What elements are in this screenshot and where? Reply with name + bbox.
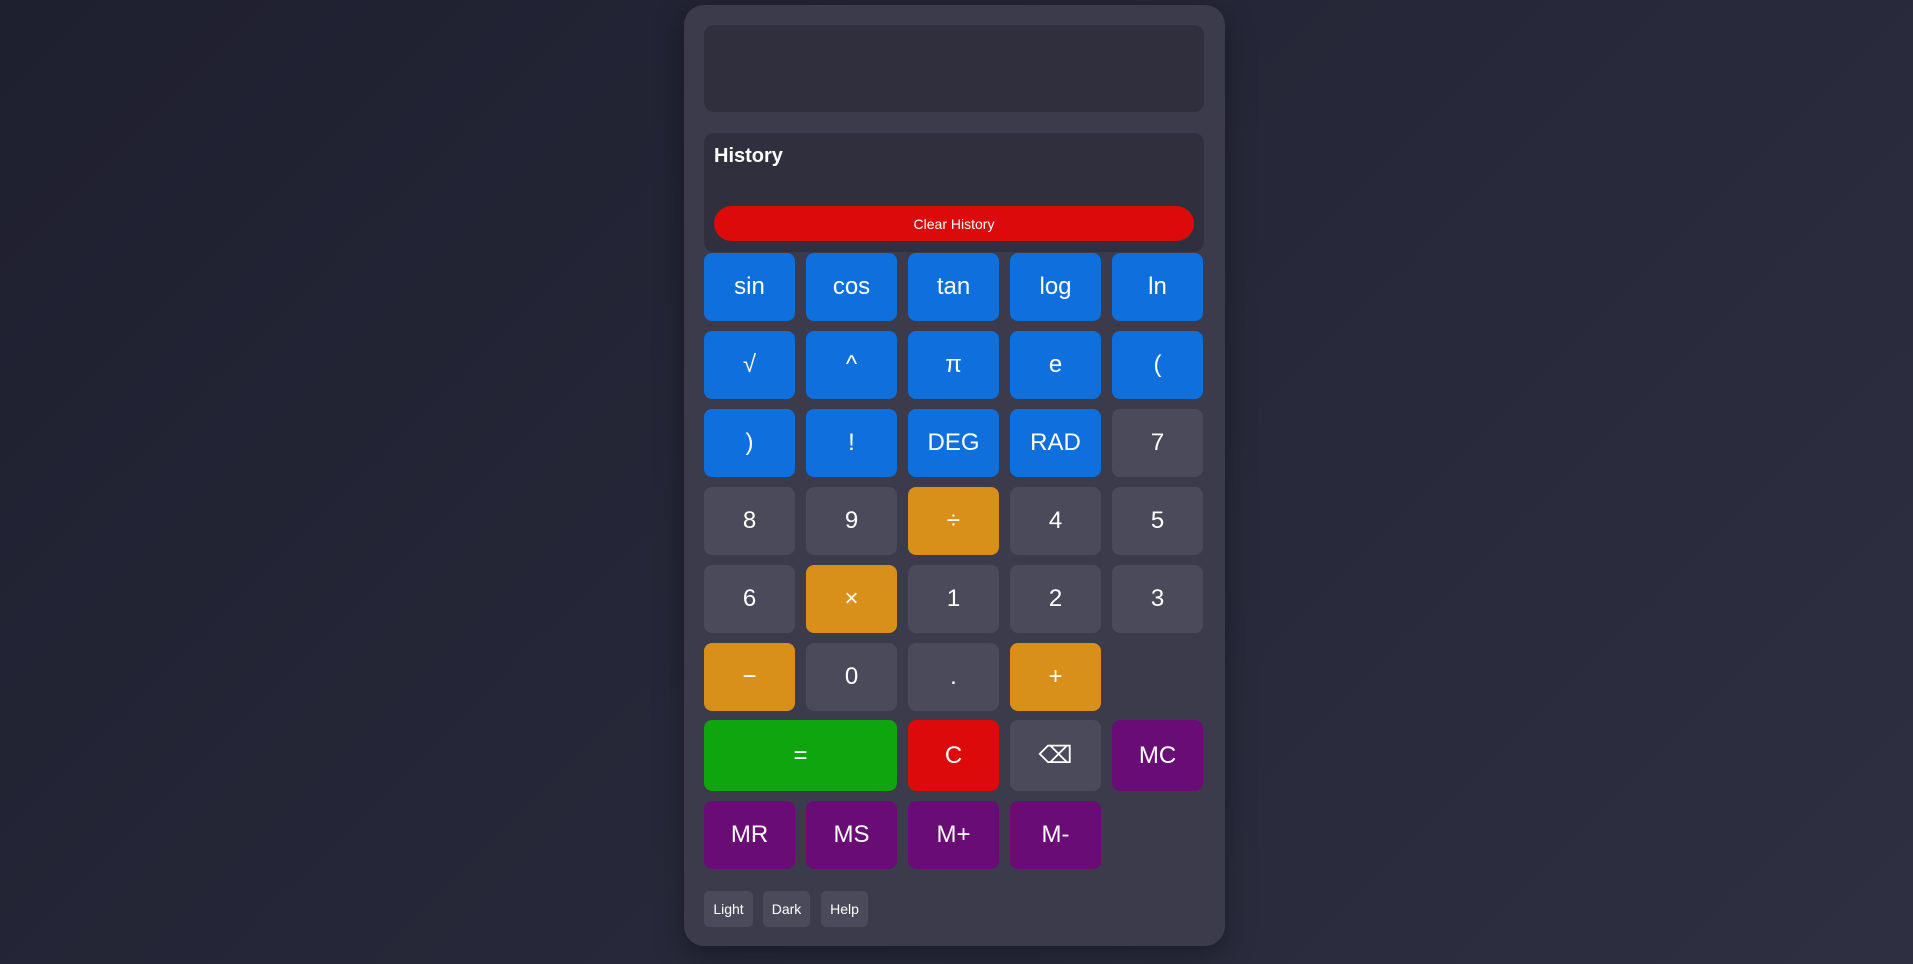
clear-button[interactable]: C <box>908 720 999 791</box>
digit-9-button[interactable]: 9 <box>806 487 897 555</box>
memory-store-button[interactable]: MS <box>806 801 897 869</box>
rad-button[interactable]: RAD <box>1010 409 1101 477</box>
deg-button[interactable]: DEG <box>908 409 999 477</box>
cos-button[interactable]: cos <box>806 253 897 321</box>
log-button[interactable]: log <box>1010 253 1101 321</box>
memory-add-button[interactable]: M+ <box>908 801 999 869</box>
clear-history-button[interactable]: Clear History <box>714 206 1194 241</box>
digit-1-button[interactable]: 1 <box>908 565 999 633</box>
close-paren-button[interactable]: ) <box>704 409 795 477</box>
decimal-button[interactable]: . <box>908 643 999 711</box>
tan-button[interactable]: tan <box>908 253 999 321</box>
digit-0-button[interactable]: 0 <box>806 643 897 711</box>
digit-6-button[interactable]: 6 <box>704 565 795 633</box>
plus-button[interactable]: + <box>1010 643 1101 711</box>
display-screen <box>704 25 1204 112</box>
backspace-button[interactable]: ⌫ <box>1010 720 1101 791</box>
memory-recall-button[interactable]: MR <box>704 801 795 869</box>
divide-button[interactable]: ÷ <box>908 487 999 555</box>
help-button[interactable]: Help <box>821 891 868 927</box>
light-theme-button[interactable]: Light <box>704 891 753 927</box>
pi-button[interactable]: π <box>908 331 999 399</box>
digit-2-button[interactable]: 2 <box>1010 565 1101 633</box>
equals-button[interactable]: = <box>704 720 897 791</box>
memory-clear-button[interactable]: MC <box>1112 720 1203 791</box>
sin-button[interactable]: sin <box>704 253 795 321</box>
sqrt-button[interactable]: √ <box>704 331 795 399</box>
digit-4-button[interactable]: 4 <box>1010 487 1101 555</box>
calculator: History Clear History sin cos tan log ln… <box>684 5 1225 946</box>
digit-5-button[interactable]: 5 <box>1112 487 1203 555</box>
digit-8-button[interactable]: 8 <box>704 487 795 555</box>
factorial-button[interactable]: ! <box>806 409 897 477</box>
digit-3-button[interactable]: 3 <box>1112 565 1203 633</box>
open-paren-button[interactable]: ( <box>1112 331 1203 399</box>
dark-theme-button[interactable]: Dark <box>763 891 810 927</box>
ln-button[interactable]: ln <box>1112 253 1203 321</box>
memory-subtract-button[interactable]: M- <box>1010 801 1101 869</box>
multiply-button[interactable]: × <box>806 565 897 633</box>
power-button[interactable]: ^ <box>806 331 897 399</box>
digit-7-button[interactable]: 7 <box>1112 409 1203 477</box>
e-button[interactable]: e <box>1010 331 1101 399</box>
history-panel: History Clear History <box>704 133 1204 252</box>
minus-button[interactable]: − <box>704 643 795 711</box>
history-title: History <box>714 145 783 167</box>
